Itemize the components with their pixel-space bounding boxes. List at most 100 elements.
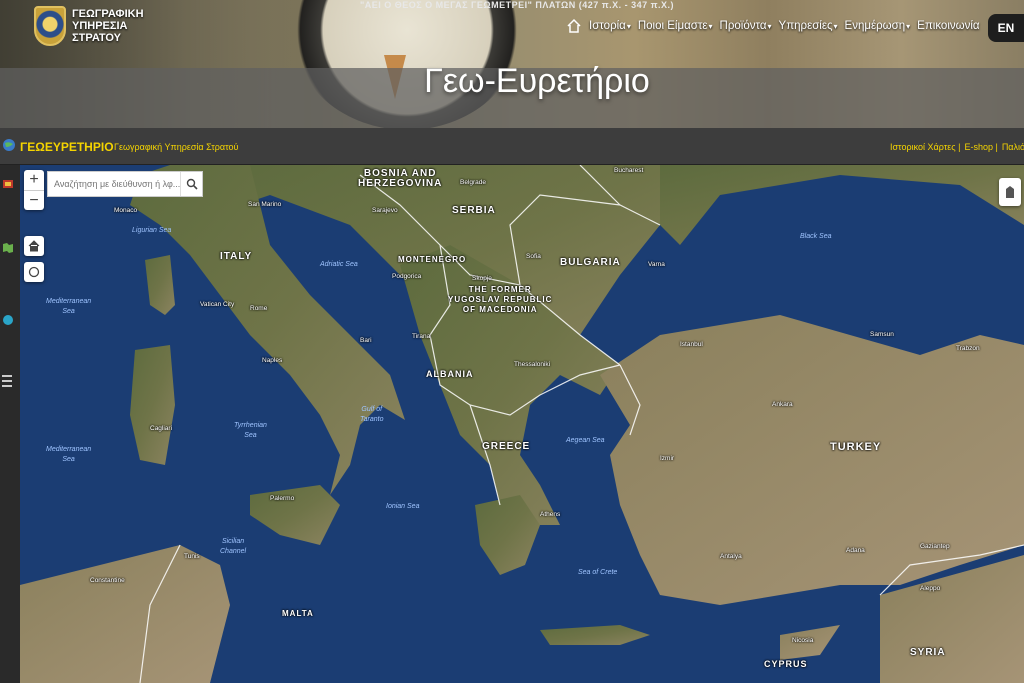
basemap-icon <box>1006 186 1014 198</box>
map-label-city: Gaziantep <box>920 543 950 550</box>
chevron-down-icon: ▾ <box>767 22 772 31</box>
search-button[interactable] <box>180 172 202 196</box>
map-label-city: Naples <box>262 357 283 364</box>
chevron-down-icon: ▾ <box>708 22 713 31</box>
map-label-tyrrhenian-sea: Tyrrhenian Sea <box>234 422 267 439</box>
shield-logo-icon <box>34 6 66 46</box>
nav-item-history[interactable]: Ιστορία▾ <box>589 20 631 32</box>
left-tool-rail <box>0 165 18 683</box>
nav-item-services[interactable]: Υπηρεσίες▾ <box>779 20 838 32</box>
map-label-city: Athens <box>540 511 561 518</box>
hero-header: "ΑΕΙ Ο ΘΕΟΣ Ο ΜΕΓΑΣ ΓΕΩΜΕΤΡΕΙ" ΠΛΑΤΩΝ (4… <box>0 0 1024 128</box>
map-label-city: Varna <box>648 261 665 268</box>
map-label-syria: SYRIA <box>910 647 946 658</box>
logo-line-2: ΥΠΗΡΕΣΙΑ <box>72 20 128 32</box>
chevron-down-icon: ▾ <box>626 22 631 31</box>
satellite-basemap <box>20 165 1024 683</box>
zoom-control: + − <box>24 170 44 210</box>
map-label-city: Adana <box>846 547 865 554</box>
map-label-city: Aleppo <box>920 585 941 592</box>
home-icon <box>28 240 40 252</box>
motto-text: "ΑΕΙ Ο ΘΕΟΣ Ο ΜΕΓΑΣ ΓΕΩΜΕΤΡΕΙ" ΠΛΑΤΩΝ (4… <box>360 0 675 10</box>
map-label-city: Istanbul <box>680 341 703 348</box>
map-label-city: Rome <box>250 305 268 312</box>
map-view[interactable]: BOSNIA AND HERZEGOVINA SERBIA ITALY MONT… <box>20 165 1024 683</box>
map-label-city: Constantine <box>90 577 125 584</box>
map-label-city: Ankara <box>772 401 793 408</box>
map-label-montenegro: MONTENEGRO <box>398 255 467 264</box>
map-label-city: Bucharest <box>614 167 644 174</box>
search-icon <box>186 178 198 190</box>
chevron-down-icon: ▾ <box>833 22 838 31</box>
home-icon[interactable] <box>566 18 582 34</box>
basemap-toggle-button[interactable] <box>999 178 1021 206</box>
zoom-out-button[interactable]: − <box>24 190 44 210</box>
nav-item-contact[interactable]: Επικοινωνία <box>917 20 979 32</box>
map-label-malta: MALTA <box>282 609 314 618</box>
chevron-down-icon: ▾ <box>906 22 911 31</box>
map-label-city: San Marino <box>248 201 282 208</box>
map-search-box <box>47 171 203 197</box>
map-label-gulf-of-taranto: Gulf of Taranto <box>360 406 384 423</box>
zoom-in-button[interactable]: + <box>24 170 44 190</box>
home-extent-button[interactable] <box>24 236 44 256</box>
map-label-albania: ALBANIA <box>426 369 474 379</box>
map-label-black-sea: Black Sea <box>800 233 832 240</box>
map-label-turkey: TURKEY <box>830 441 882 453</box>
map-label-serbia: SERBIA <box>452 205 496 216</box>
map-label-city: Antalya <box>720 553 742 560</box>
org-link[interactable]: Γεωγραφική Υπηρεσία Στρατού <box>114 142 238 152</box>
map-label-bulgaria: BULGARIA <box>560 257 621 268</box>
globe-tool-icon[interactable] <box>1 313 15 327</box>
map-label-mediterranean-sea-1: Mediterranean Sea <box>46 298 92 315</box>
locate-icon <box>28 266 40 278</box>
map-label-macedonia: THE FORMER YUGOSLAV REPUBLIC OF MACEDONI… <box>448 285 553 314</box>
app-bar: ΓΕΩΕΥΡΕΤΗΡΙΟ Γεωγραφική Υπηρεσία Στρατού… <box>0 128 1024 165</box>
map-label-greece: GREECE <box>482 441 531 452</box>
map-label-city: Sofia <box>526 253 541 260</box>
app-name[interactable]: ΓΕΩΕΥΡΕΤΗΡΙΟ <box>20 140 114 154</box>
map-label-adriatic-sea: Adriatic Sea <box>320 261 358 268</box>
address-search-input[interactable] <box>48 172 180 196</box>
map-label-city: Thessaloniki <box>514 361 551 368</box>
map-label-sea-of-crete: Sea of Crete <box>578 569 618 576</box>
map-label-mediterranean-sea-2: Mediterranean Sea <box>46 446 92 463</box>
nav-item-news[interactable]: Ενημέρωση▾ <box>845 20 911 32</box>
map-label-city: Nicosia <box>792 637 814 644</box>
link-eshop[interactable]: E-shop | <box>964 142 997 152</box>
map-label-ionian-sea: Ionian Sea <box>386 503 420 510</box>
link-old-geo[interactable]: Παλιό Γεω <box>1002 142 1024 152</box>
map-label-bosnia: BOSNIA AND HERZEGOVINA <box>358 168 443 189</box>
map-label-city: Vatican City <box>200 301 235 308</box>
map-label-ligurian-sea: Ligurian Sea <box>132 227 172 234</box>
nav-item-about[interactable]: Ποιοι Είμαστε▾ <box>638 20 713 32</box>
page-title: Γεω-Ευρετήριο <box>424 62 650 100</box>
map-label-city: Sarajevo <box>372 207 398 214</box>
map-label-city: Belgrade <box>460 179 487 186</box>
logo-line-3: ΣΤΡΑΤΟΥ <box>72 32 121 44</box>
map-label-city: Tunis <box>184 553 200 560</box>
map-label-city: Skopje <box>472 275 492 282</box>
map-label-aegean-sea: Aegean Sea <box>566 437 605 444</box>
map-label-italy: ITALY <box>220 251 253 262</box>
menu-icon[interactable] <box>2 375 12 387</box>
nav-item-products[interactable]: Προϊόντα▾ <box>720 20 772 32</box>
logo-line-1: ΓΕΩΓΡΑΦΙΚΗ <box>72 8 144 20</box>
map-tool-icon[interactable] <box>1 241 15 255</box>
map-label-city: Izmir <box>660 455 675 462</box>
site-logo[interactable]: ΓΕΩΓΡΑΦΙΚΗ ΥΠΗΡΕΣΙΑ ΣΤΡΑΤΟΥ <box>34 6 144 46</box>
right-links: Ιστορικοί Χάρτες | E-shop | Παλιό Γεω <box>890 142 1024 152</box>
map-label-city: Tirana <box>412 333 431 340</box>
language-button[interactable]: EN <box>988 14 1024 42</box>
map-label-city: Cagliari <box>150 425 173 432</box>
logo-text: ΓΕΩΓΡΑΦΙΚΗ ΥΠΗΡΕΣΙΑ ΣΤΡΑΤΟΥ <box>72 8 144 44</box>
main-nav: Ιστορία▾ Ποιοι Είμαστε▾ Προϊόντα▾ Υπηρεσ… <box>566 18 980 34</box>
link-historical-maps[interactable]: Ιστορικοί Χάρτες | <box>890 142 960 152</box>
map-label-city: Trabzon <box>956 345 980 352</box>
layers-icon[interactable] <box>1 177 15 191</box>
locate-button[interactable] <box>24 262 44 282</box>
globe-icon <box>3 139 15 151</box>
map-label-city: Bari <box>360 337 372 344</box>
map-label-city: Podgorica <box>392 273 422 280</box>
map-label-city: Monaco <box>114 207 138 214</box>
